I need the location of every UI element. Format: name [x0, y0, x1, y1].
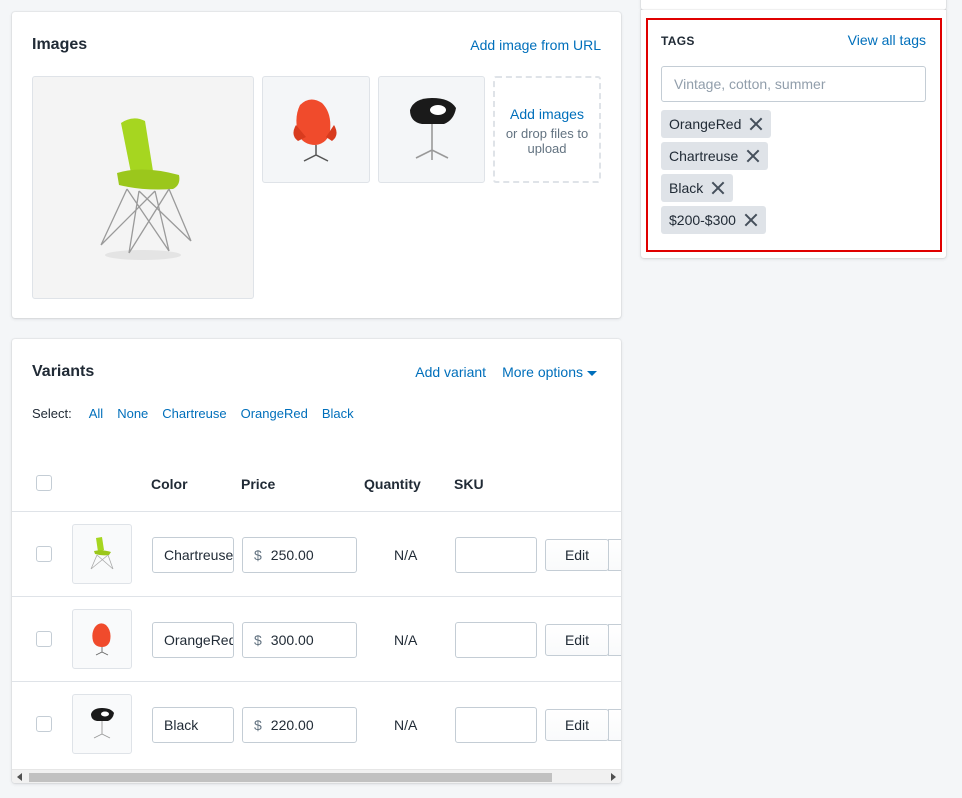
organization-card: [641, 0, 946, 10]
variant-price-input[interactable]: $250.00: [242, 537, 357, 573]
row-more-button[interactable]: [608, 709, 621, 741]
select-all-checkbox[interactable]: [36, 475, 52, 491]
currency-symbol: $: [254, 547, 262, 563]
remove-tag-icon[interactable]: [744, 213, 758, 227]
dropzone-hint: or drop files to upload: [505, 126, 589, 156]
variants-actions: Add variant More options: [415, 364, 597, 380]
variant-sku-input[interactable]: [455, 707, 537, 743]
remove-tag-icon[interactable]: [711, 181, 725, 195]
table-row: Black $220.00 N/A Edit: [12, 681, 621, 766]
more-options-dropdown[interactable]: More options: [502, 364, 597, 380]
row-checkbox[interactable]: [36, 631, 52, 647]
row-more-button[interactable]: [608, 624, 621, 656]
images-card: Images Add image from URL Add images or …: [12, 12, 621, 318]
more-options-label: More options: [502, 364, 583, 380]
price-value: 250.00: [270, 547, 314, 563]
tag-orangered: OrangeRed: [661, 110, 772, 138]
chartreuse-chair-icon: [100, 117, 192, 260]
variant-thumbnail: [72, 609, 132, 669]
variant-color-input[interactable]: Black: [152, 707, 234, 743]
black-chair-icon: [409, 97, 456, 160]
scroll-right-arrow-icon[interactable]: [611, 773, 616, 781]
variant-sku-input[interactable]: [455, 537, 537, 573]
edit-button[interactable]: Edit: [545, 624, 609, 656]
select-all-link[interactable]: All: [89, 406, 103, 421]
select-none-link[interactable]: None: [117, 406, 148, 421]
select-label: Select:: [32, 406, 72, 421]
variants-title: Variants: [32, 363, 95, 380]
variant-quantity: N/A: [394, 717, 418, 733]
price-value: 220.00: [270, 717, 314, 733]
currency-symbol: $: [254, 717, 262, 733]
variant-color-input[interactable]: Chartreuse: [152, 537, 234, 573]
select-black-link[interactable]: Black: [322, 406, 354, 421]
column-header-sku: SKU: [454, 476, 484, 492]
remove-tag-icon[interactable]: [746, 149, 760, 163]
caret-down-icon: [587, 370, 597, 376]
black-chair-icon: [91, 708, 114, 739]
currency-symbol: $: [254, 632, 262, 648]
tags-input[interactable]: Vintage, cotton, summer: [661, 66, 926, 102]
image-dropzone[interactable]: Add images or drop files to upload: [493, 76, 601, 183]
select-chartreuse-link[interactable]: Chartreuse: [162, 406, 226, 421]
image-black-chair[interactable]: [378, 76, 485, 183]
row-more-button[interactable]: [608, 539, 621, 571]
tag-label: $200-$300: [669, 212, 736, 228]
tag-chartreuse: Chartreuse: [661, 142, 769, 170]
view-all-tags-link[interactable]: View all tags: [848, 32, 926, 48]
tags-heading: TAGS: [661, 34, 695, 48]
tag-label: OrangeRed: [669, 116, 742, 132]
column-header-color: Color: [151, 476, 188, 492]
chartreuse-chair-icon: [90, 537, 114, 570]
scrollbar-thumb[interactable]: [29, 773, 552, 782]
variant-price-input[interactable]: $220.00: [242, 707, 357, 743]
tag-label: Black: [669, 180, 704, 196]
tag-label: Chartreuse: [669, 148, 739, 164]
edit-button[interactable]: Edit: [545, 539, 609, 571]
image-orangered-egg-chair[interactable]: [262, 76, 370, 183]
tag-price-range: $200-$300: [661, 206, 766, 234]
price-value: 300.00: [270, 632, 314, 648]
remove-tag-icon[interactable]: [749, 117, 763, 131]
add-variant-link[interactable]: Add variant: [415, 364, 486, 380]
variant-thumbnail: [72, 524, 132, 584]
egg-chair-icon: [92, 623, 111, 656]
table-row: OrangeRed $300.00 N/A Edit: [12, 596, 621, 681]
main-image-chartreuse-chair[interactable]: [32, 76, 254, 299]
variant-quantity: N/A: [394, 547, 418, 563]
variant-quantity: N/A: [394, 632, 418, 648]
egg-chair-icon: [293, 98, 337, 162]
scroll-left-arrow-icon[interactable]: [17, 773, 22, 781]
images-title: Images: [32, 36, 88, 53]
column-header-quantity: Quantity: [364, 476, 421, 492]
variant-color-input[interactable]: OrangeRed: [152, 622, 234, 658]
variants-card: Variants Add variant More options Select…: [12, 339, 621, 783]
variant-price-input[interactable]: $300.00: [242, 622, 357, 658]
variant-sku-input[interactable]: [455, 622, 537, 658]
horizontal-scrollbar[interactable]: [12, 769, 621, 783]
row-checkbox[interactable]: [36, 546, 52, 562]
edit-button[interactable]: Edit: [545, 709, 609, 741]
add-image-from-url-link[interactable]: Add image from URL: [470, 37, 601, 53]
row-checkbox[interactable]: [36, 716, 52, 732]
add-images-link[interactable]: Add images: [495, 106, 599, 122]
variant-select-row: Select: All None Chartreuse OrangeRed Bl…: [32, 406, 354, 421]
tag-black: Black: [661, 174, 734, 202]
variant-thumbnail: [72, 694, 132, 754]
select-orangered-link[interactable]: OrangeRed: [241, 406, 308, 421]
column-header-price: Price: [241, 476, 276, 492]
table-row: Chartreuse $250.00 N/A Edit: [12, 511, 621, 596]
